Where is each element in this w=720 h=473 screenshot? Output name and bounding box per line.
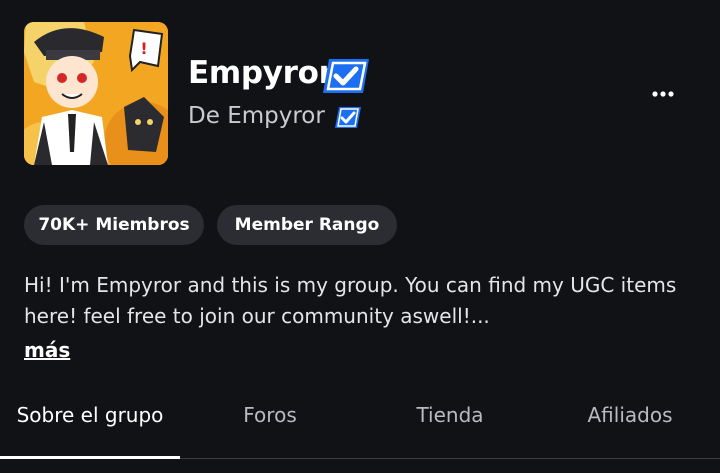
owner-name[interactable]: Empyror (227, 103, 325, 129)
group-tabs: Sobre el grupo Foros Tienda Afiliados (0, 378, 720, 459)
group-avatar: ! (24, 22, 168, 165)
group-owner[interactable]: De Empyror (188, 100, 325, 132)
members-count-pill[interactable]: 70K+ Miembros (24, 205, 204, 245)
member-rank-pill[interactable]: Member Rango (217, 205, 397, 245)
more-options-button[interactable] (644, 82, 682, 106)
tab-about[interactable]: Sobre el grupo (0, 378, 180, 452)
verified-badge-icon (323, 59, 369, 93)
tab-store[interactable]: Tienda (360, 378, 540, 452)
group-name: Empyror (188, 55, 334, 91)
tab-forums[interactable]: Foros (180, 378, 360, 452)
verified-badge-icon (335, 107, 361, 128)
more-options-icon (652, 91, 674, 97)
tab-affiliates[interactable]: Afiliados (540, 378, 720, 452)
read-more-link[interactable]: más (24, 336, 70, 364)
group-description: Hi! I'm Empyror and this is my group. Yo… (24, 273, 677, 328)
active-tab-indicator (0, 456, 180, 459)
owner-prefix: De (188, 103, 220, 129)
svg-text:!: ! (140, 39, 147, 58)
